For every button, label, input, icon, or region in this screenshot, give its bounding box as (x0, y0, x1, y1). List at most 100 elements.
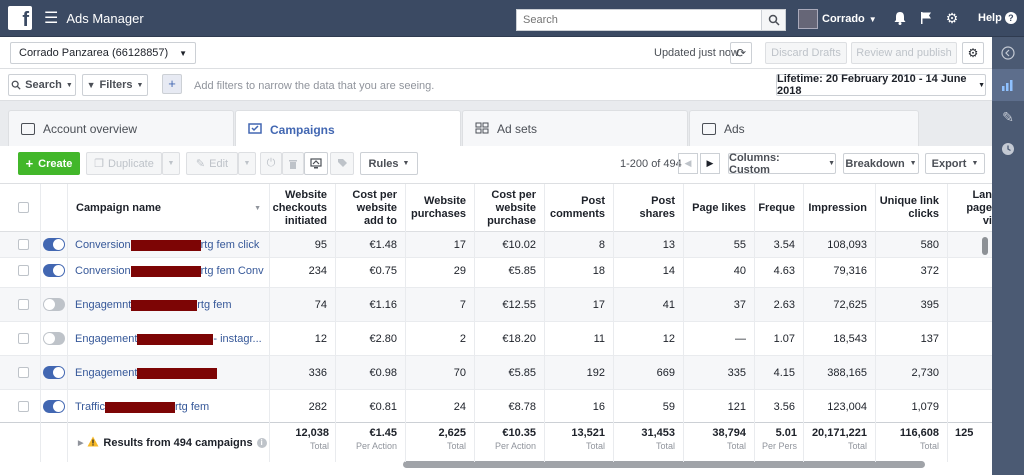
campaign-name-link[interactable]: Engagement - instagr... (75, 322, 262, 356)
row-checkbox[interactable] (18, 367, 29, 378)
row-checkbox[interactable] (18, 299, 29, 310)
delete-trash-icon[interactable] (282, 152, 304, 175)
header-post-comments[interactable]: Post comments (544, 184, 613, 232)
refresh-icon[interactable]: ⟳ (730, 42, 752, 64)
campaign-toggle[interactable] (43, 366, 65, 379)
header-website-purchases[interactable]: Website purchases (405, 184, 474, 232)
settings-gear-icon[interactable]: ⚙ (962, 42, 984, 64)
table-row[interactable]: Conversion rtg fem Conv 234 €0.75 29 €5.85 18 1… (0, 254, 992, 288)
table-header: Campaign name ▼ Website checkouts initia… (0, 184, 992, 232)
tab-account-overview[interactable]: Account overview (8, 110, 234, 147)
funnel-icon: ▼ (86, 80, 96, 90)
row-checkbox[interactable] (18, 401, 29, 412)
table-row[interactable]: Traffic rtg fem 282 €0.81 24 €8.78 16 59 121 3.56… (0, 390, 992, 424)
campaign-name-link[interactable]: Engagemnt rtg fem (75, 288, 232, 322)
search-icon[interactable] (761, 10, 785, 30)
history-clock-icon[interactable] (992, 133, 1024, 165)
header-unique-link-clicks[interactable]: Unique link clicks (875, 184, 947, 232)
next-page-icon[interactable]: ▶ (700, 153, 720, 174)
table-row[interactable]: Engagement 336 €0.98 70 €5.85 192 669 335 4.15 38… (0, 356, 992, 390)
ab-test-icon[interactable] (304, 152, 328, 175)
header-landing-page-views[interactable]: Lan page vi (947, 184, 992, 232)
header-impressions[interactable]: Impression (803, 184, 875, 232)
cell-c5: 11 (593, 333, 605, 345)
header-campaign-name[interactable]: Campaign name ▼ (67, 184, 269, 232)
campaign-toggle[interactable] (43, 332, 65, 345)
account-menu[interactable]: Corrado ▼ (798, 9, 877, 29)
prev-page-icon[interactable]: ◀ (678, 153, 698, 174)
edit-button[interactable]: ✎ Edit (186, 152, 238, 175)
row-checkbox[interactable] (18, 265, 29, 276)
vertical-scrollbar[interactable] (982, 237, 988, 255)
search-dropdown-button[interactable]: Search ▼ (8, 74, 76, 96)
header-page-likes[interactable]: Page likes (683, 184, 754, 232)
cell-c5: 16 (592, 401, 605, 413)
cell-c3: 7 (459, 299, 466, 311)
header-cost-per-add-to[interactable]: Cost per website add to (335, 184, 405, 232)
reports-chart-icon[interactable] (992, 69, 1024, 101)
edit-dropdown-button[interactable]: ▼ (238, 152, 256, 175)
duplicate-button[interactable]: ❐ Duplicate (86, 152, 162, 175)
footer-c8: 5.01 Per Pers (761, 427, 797, 451)
header-frequency[interactable]: Freque (754, 184, 803, 232)
cell-c10: 395 (920, 299, 939, 311)
select-all-checkbox[interactable] (18, 202, 29, 213)
flag-icon[interactable] (918, 10, 934, 26)
edit-pencil-icon[interactable]: ✎ (992, 101, 1024, 133)
horizontal-scrollbar[interactable] (403, 461, 925, 468)
column-divider (875, 184, 876, 462)
row-checkbox[interactable] (18, 333, 29, 344)
campaign-toggle[interactable] (43, 400, 65, 413)
table-row[interactable]: Engagemnt rtg fem 74 €1.16 7 €12.55 17 41 37 2.63… (0, 288, 992, 322)
export-button[interactable]: Export ▼ (925, 153, 985, 174)
filters-button[interactable]: ▼ Filters ▼ (82, 74, 148, 96)
facebook-logo-icon[interactable]: f (8, 6, 32, 30)
footer-c5: 13,521 Total (571, 427, 605, 451)
tab-ads[interactable]: Ads (689, 110, 919, 147)
cell-c2: €2.80 (369, 333, 397, 345)
results-summary[interactable]: ▶ Results from 494 campaigns i (78, 436, 267, 450)
cell-c3: 24 (453, 401, 466, 413)
account-selector[interactable]: Corrado Panzarea (66128857) ▼ (10, 42, 196, 64)
tag-icon[interactable] (330, 152, 354, 175)
help-link[interactable]: Help ? (978, 12, 1017, 24)
columns-button[interactable]: Columns: Custom ▼ (728, 152, 836, 176)
cell-c7: 37 (733, 299, 746, 311)
header-checkouts-initiated[interactable]: Website checkouts initiated (269, 184, 335, 232)
breakdown-button[interactable]: Breakdown ▼ (843, 153, 919, 174)
tab-ad-sets[interactable]: Ad sets (462, 110, 688, 147)
duplicate-dropdown-button[interactable]: ▼ (162, 152, 180, 175)
pager-text: 1-200 of 494 (620, 158, 682, 170)
date-range-selector[interactable]: Lifetime: 20 February 2010 - 14 June 201… (776, 73, 986, 97)
search-input[interactable] (517, 10, 761, 30)
row-checkbox[interactable] (18, 239, 29, 250)
power-icon[interactable]: ⏻ (260, 152, 282, 175)
gear-icon[interactable]: ⚙ (944, 10, 960, 26)
rules-button[interactable]: Rules ▼ (360, 152, 418, 175)
header-cost-per-purchase[interactable]: Cost per website purchase (474, 184, 544, 232)
cell-c5: 18 (592, 265, 605, 277)
create-button[interactable]: + Create (18, 152, 80, 175)
menu-icon[interactable]: ☰ (44, 8, 58, 28)
campaign-toggle[interactable] (43, 298, 65, 311)
cell-c9: 72,625 (833, 299, 867, 311)
collapse-arrow-icon[interactable] (992, 37, 1024, 69)
campaign-toggle[interactable] (43, 264, 65, 277)
campaign-toggle[interactable] (43, 238, 65, 251)
notifications-bell-icon[interactable] (892, 10, 908, 26)
header-post-shares[interactable]: Post shares (613, 184, 683, 232)
search-icon (11, 80, 21, 90)
campaign-name-link[interactable]: Engagement (75, 356, 218, 390)
campaign-name-link[interactable]: Traffic rtg fem (75, 390, 209, 424)
add-filter-button[interactable]: + (162, 74, 182, 94)
footer-c1: 12,038 Total (295, 427, 329, 451)
table-row[interactable]: Engagement - instagr... 12 €2.80 2 €18.20 11 12… (0, 322, 992, 356)
discard-drafts-button[interactable]: Discard Drafts (765, 42, 847, 64)
campaign-name-link[interactable]: Conversion rtg fem Conv (75, 254, 264, 288)
review-publish-button[interactable]: Review and publish (851, 42, 957, 64)
redaction-block (137, 367, 218, 379)
tab-campaigns[interactable]: Campaigns (235, 110, 461, 148)
cell-c10: 137 (920, 333, 939, 345)
column-divider (67, 184, 68, 462)
level-tabs: Account overview Campaigns Ad sets Ads (0, 101, 992, 148)
